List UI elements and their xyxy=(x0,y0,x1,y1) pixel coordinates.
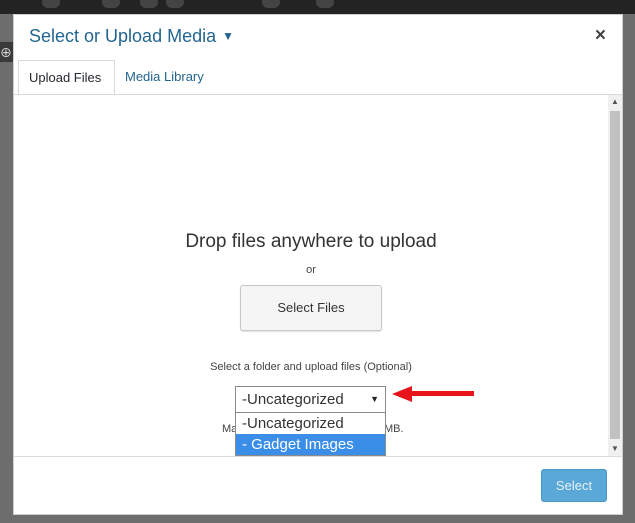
media-tabs: Upload Files Media Library xyxy=(18,60,620,95)
scroll-up-icon[interactable]: ▲ xyxy=(608,95,622,109)
folder-select[interactable]: -Uncategorized ▼ xyxy=(235,386,386,413)
select-button[interactable]: Select xyxy=(541,469,607,502)
wordpress-icon xyxy=(42,0,60,8)
modal-title-text: Select or Upload Media xyxy=(29,26,217,46)
media-modal: Select or Upload Media ▼ × Upload Files M… xyxy=(13,14,623,515)
scroll-down-icon[interactable]: ▼ xyxy=(608,442,622,456)
add-icon: ⊕ xyxy=(0,42,14,62)
red-arrow-icon xyxy=(392,386,474,402)
arrow-shaft xyxy=(410,391,474,396)
page-icon xyxy=(316,0,334,8)
comments-icon xyxy=(166,0,184,8)
scrollbar-thumb[interactable] xyxy=(610,111,620,439)
select-files-button[interactable]: Select Files xyxy=(240,285,382,331)
tab-upload-files[interactable]: Upload Files xyxy=(18,60,115,95)
modal-header: Select or Upload Media ▼ × xyxy=(14,15,622,60)
arrow-head xyxy=(392,386,412,402)
or-separator: or xyxy=(306,264,316,276)
scrollbar[interactable]: ▲ ▼ xyxy=(608,95,622,456)
max-upload-size-end: MB. xyxy=(384,423,404,435)
close-icon[interactable]: × xyxy=(595,25,606,47)
folder-option-uncategorized[interactable]: -Uncategorized xyxy=(236,413,385,434)
tab-media-library[interactable]: Media Library xyxy=(115,60,214,95)
caret-down-icon: ▼ xyxy=(222,29,234,43)
new-content-icon xyxy=(262,0,280,8)
chevron-down-icon: ▼ xyxy=(370,394,379,404)
folder-select-label: Select a folder and upload files (Option… xyxy=(210,361,412,373)
backdrop-admin-bar xyxy=(0,0,635,14)
folder-select-value: -Uncategorized xyxy=(242,391,344,408)
folder-dropdown-list: -Uncategorized - Gadget Images xyxy=(235,412,386,456)
modal-footer: Select xyxy=(14,456,622,514)
drop-instructions: Drop files anywhere to upload xyxy=(185,231,437,252)
updates-icon xyxy=(140,0,158,8)
home-icon xyxy=(102,0,120,8)
upload-panel: Drop files anywhere to upload or Select … xyxy=(14,95,622,456)
modal-title[interactable]: Select or Upload Media ▼ xyxy=(29,26,234,47)
folder-option-gadget-images[interactable]: - Gadget Images xyxy=(236,434,385,455)
